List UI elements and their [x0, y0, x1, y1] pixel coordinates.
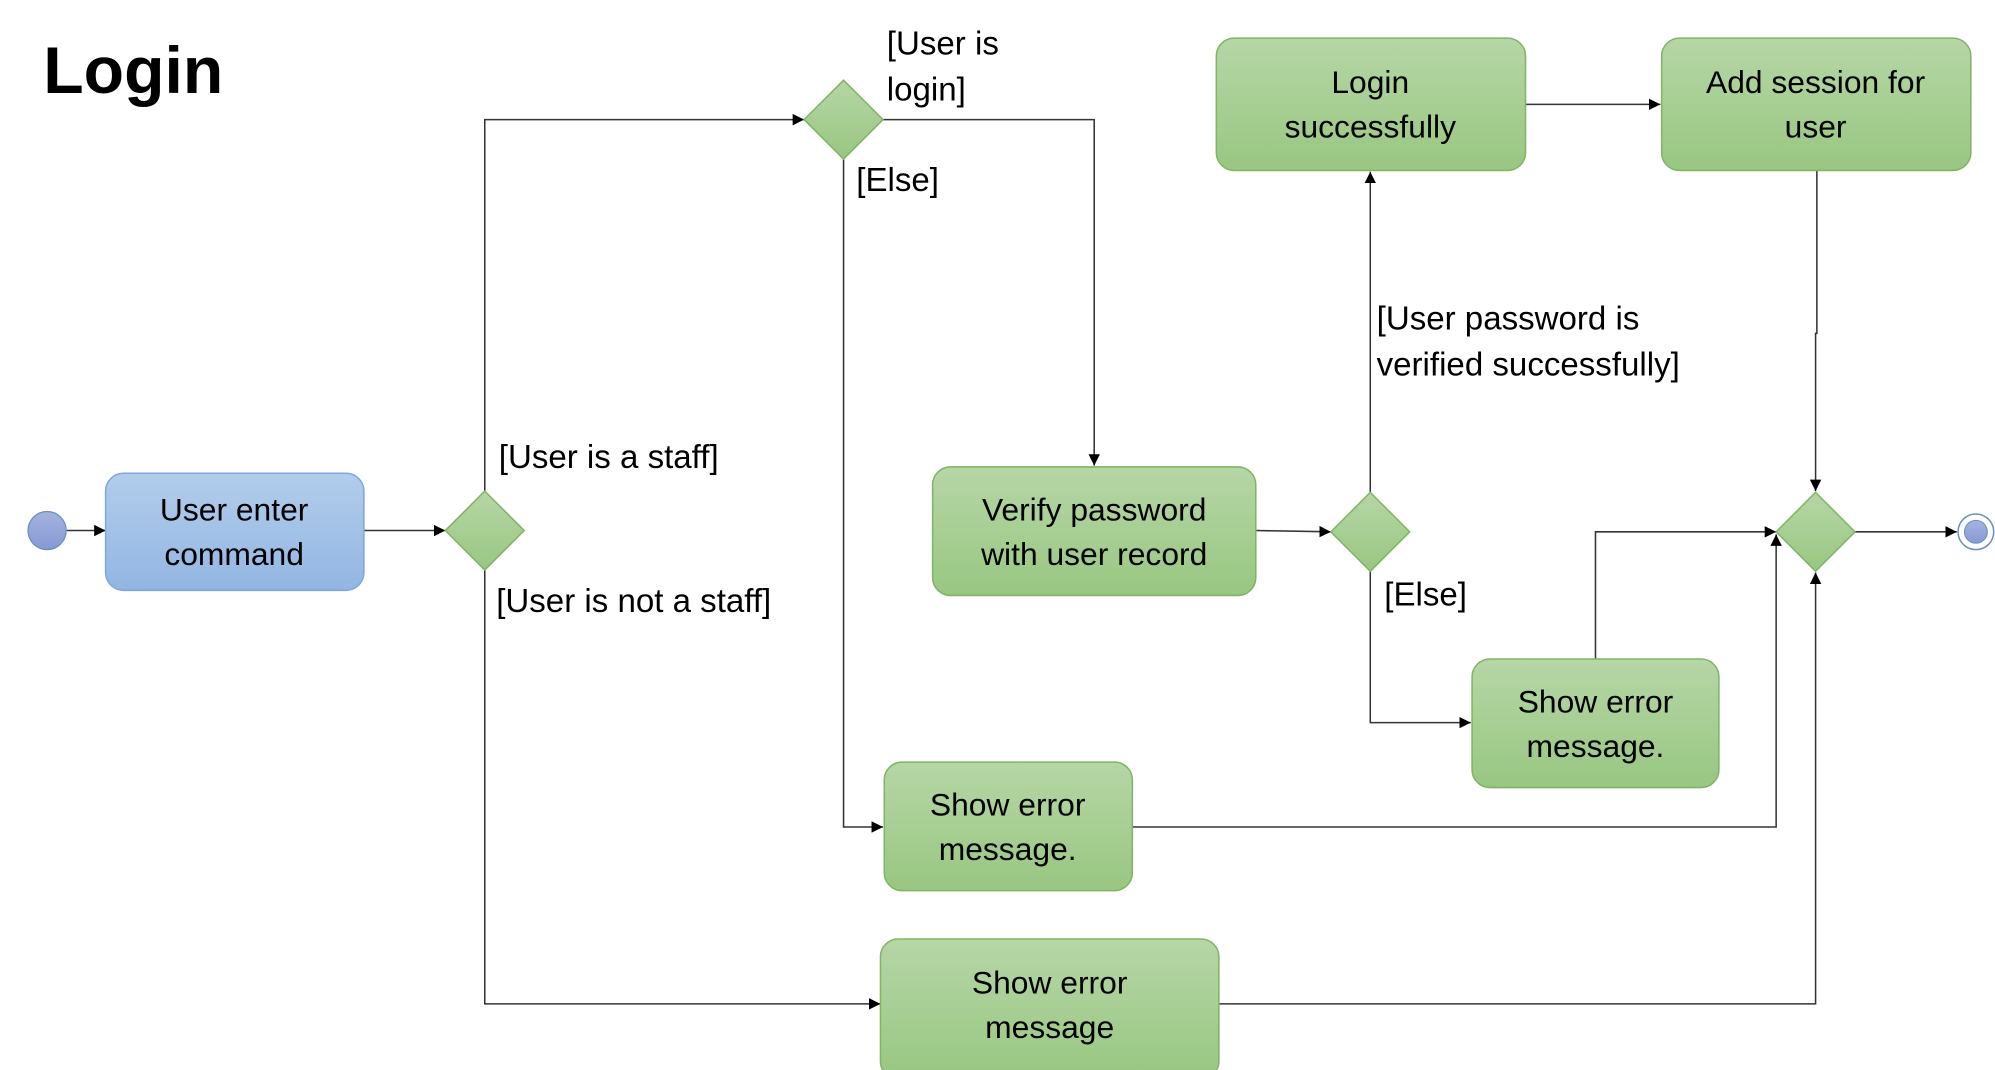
action-verify-password: Verify password with user record — [931, 466, 1257, 597]
login-activity-diagram: Login User enter command Verify password w… — [27, 26, 1995, 1070]
edge-verify-to-password-decision — [1255, 525, 1331, 538]
action-text: message — [985, 1009, 1114, 1045]
action-text: message. — [1527, 728, 1665, 764]
action-text: Verify password — [982, 491, 1206, 527]
guard-text: [User is — [887, 26, 999, 63]
initial-node — [27, 510, 67, 551]
diagram-title: Login — [43, 34, 223, 108]
edge-login-decision-else-to-error — [842, 159, 883, 833]
guard-text: login] — [887, 72, 966, 109]
action-text: User enter — [160, 491, 309, 527]
decision-login — [803, 79, 885, 161]
action-text: Show error — [972, 965, 1128, 1001]
decision-password — [1329, 491, 1411, 573]
merge-node — [1775, 491, 1857, 573]
action-text: with user record — [980, 536, 1207, 572]
action-text: successfully — [1285, 108, 1457, 144]
action-text: Show error — [930, 787, 1086, 823]
guard-else-password: [Else] — [1384, 577, 1467, 614]
action-text: user — [1785, 108, 1847, 144]
decision-staff — [444, 490, 526, 572]
edge-staff-else-to-error — [484, 569, 881, 1010]
guard-is-staff: [User is a staff] — [499, 439, 719, 476]
action-add-session: Add session for user — [1660, 37, 1972, 172]
action-login-successfully: Login successfully — [1215, 37, 1527, 172]
action-show-error-logged-in: Show error message. — [883, 761, 1134, 892]
edge-add-session-to-merge — [1809, 170, 1822, 492]
edge-password-error-to-merge — [1594, 526, 1777, 660]
action-text: message. — [939, 831, 1077, 867]
action-text: Login — [1331, 64, 1409, 100]
guard-not-staff: [User is not a staff] — [496, 583, 771, 620]
guard-text: [User password is — [1377, 301, 1640, 338]
action-text: Add session for — [1706, 64, 1926, 100]
guard-password-ok: [User password is verified successfully] — [1377, 301, 1680, 384]
action-text: command — [164, 536, 304, 572]
action-user-enter-command: User enter command — [104, 472, 365, 592]
guard-else-login: [Else] — [856, 162, 939, 199]
action-show-error-not-staff: Show error message — [879, 938, 1220, 1070]
action-text: Show error — [1518, 683, 1674, 719]
guard-text: verified successfully] — [1377, 346, 1680, 383]
guard-is-login: [User is login] — [887, 26, 999, 109]
action-show-error-password: Show error message. — [1471, 658, 1720, 789]
final-node — [1957, 513, 1995, 551]
edge-staff-to-login-decision — [484, 113, 805, 492]
